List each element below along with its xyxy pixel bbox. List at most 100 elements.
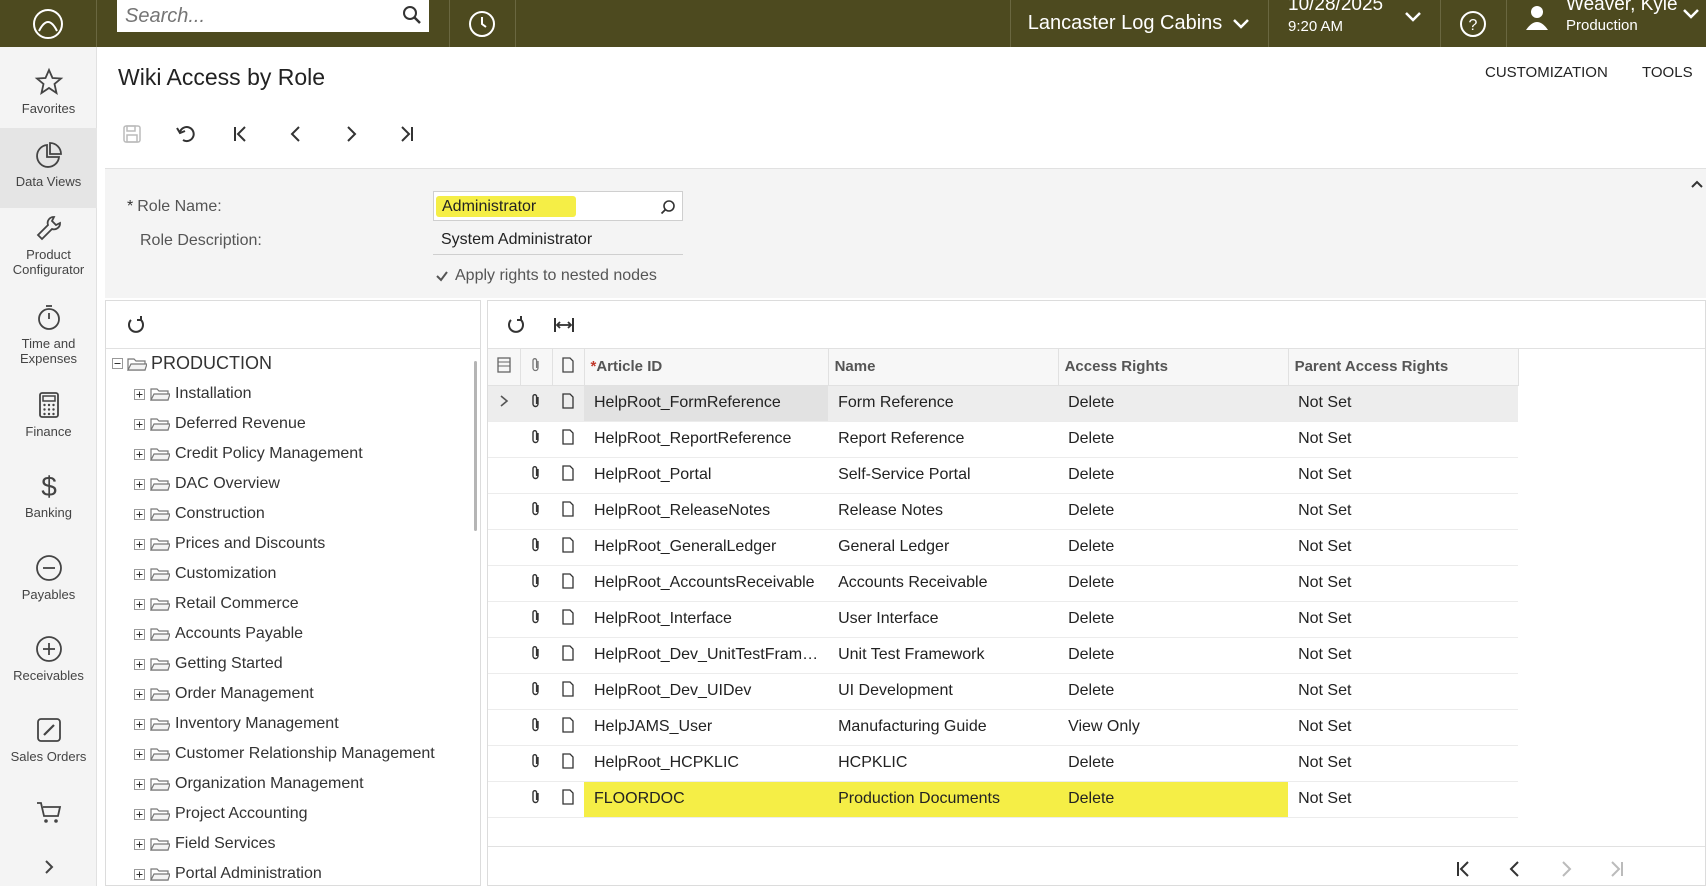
collapse-node-icon[interactable] xyxy=(112,358,123,369)
cell-parent-access-rights[interactable]: Not Set xyxy=(1288,601,1519,638)
cell-article-id[interactable]: HelpRoot_Portal xyxy=(584,457,829,494)
header-parent-access-rights[interactable]: Parent Access Rights xyxy=(1288,349,1519,386)
nav-sales-orders[interactable]: Sales Orders xyxy=(0,703,97,783)
company-selector[interactable]: Lancaster Log Cabins xyxy=(1010,0,1268,47)
expand-node-icon[interactable] xyxy=(134,478,145,490)
role-name-field[interactable]: Administrator xyxy=(433,191,683,221)
row-attachment[interactable] xyxy=(520,601,552,638)
help-button[interactable]: ? xyxy=(1440,0,1506,47)
logo[interactable] xyxy=(0,0,97,47)
tree-node[interactable]: Getting Started xyxy=(134,653,283,675)
expand-node-icon[interactable] xyxy=(134,868,145,880)
cell-article-id[interactable]: HelpRoot_Dev_UnitTestFram… xyxy=(584,637,829,674)
cell-article-id[interactable]: HelpJAMS_User xyxy=(584,709,829,746)
expand-node-icon[interactable] xyxy=(134,688,145,700)
row-note[interactable] xyxy=(552,709,584,746)
cell-parent-access-rights[interactable]: Not Set xyxy=(1288,565,1519,602)
expand-node-icon[interactable] xyxy=(134,508,145,520)
expand-node-icon[interactable] xyxy=(134,658,145,670)
lookup-search-icon[interactable] xyxy=(660,199,676,215)
search-icon[interactable] xyxy=(401,4,423,26)
row-selector[interactable] xyxy=(488,565,520,602)
cell-parent-access-rights[interactable]: Not Set xyxy=(1288,673,1519,710)
row-attachment[interactable] xyxy=(520,457,552,494)
table-row[interactable]: HelpRoot_Dev_UIDev UI Development Delete No… xyxy=(488,673,1519,710)
user-menu[interactable]: Weaver, Kyle Production xyxy=(1506,0,1706,47)
row-attachment[interactable] xyxy=(520,385,552,422)
pager-next-button[interactable] xyxy=(1556,859,1576,885)
row-note[interactable] xyxy=(552,637,584,674)
tree-node[interactable]: Portal Administration xyxy=(134,863,322,885)
cell-name[interactable]: Accounts Receivable xyxy=(828,565,1059,602)
row-selector[interactable] xyxy=(488,457,520,494)
expand-node-icon[interactable] xyxy=(134,628,145,640)
nav-payables[interactable]: Payables xyxy=(0,541,97,621)
cell-access-rights[interactable]: Delete xyxy=(1058,781,1289,818)
row-selector[interactable] xyxy=(488,745,520,782)
nav-product-configurator[interactable]: Product Configurator xyxy=(0,201,97,291)
expand-node-icon[interactable] xyxy=(134,388,145,400)
row-attachment[interactable] xyxy=(520,493,552,530)
last-record-button[interactable] xyxy=(392,120,420,148)
column-settings-header[interactable] xyxy=(488,349,521,386)
cell-parent-access-rights[interactable]: Not Set xyxy=(1288,709,1519,746)
row-note[interactable] xyxy=(552,565,584,602)
row-attachment[interactable] xyxy=(520,565,552,602)
header-name[interactable]: Name xyxy=(828,349,1059,386)
cell-name[interactable]: Form Reference xyxy=(828,385,1059,422)
cell-name[interactable]: Unit Test Framework xyxy=(828,637,1059,674)
cell-access-rights[interactable]: Delete xyxy=(1058,601,1289,638)
row-attachment[interactable] xyxy=(520,421,552,458)
cell-article-id[interactable]: HelpRoot_Dev_UIDev xyxy=(584,673,829,710)
cell-access-rights[interactable]: Delete xyxy=(1058,673,1289,710)
tree-root-node[interactable]: PRODUCTION xyxy=(112,353,272,374)
cell-article-id[interactable]: FLOORDOC xyxy=(584,781,829,818)
tools-menu[interactable]: TOOLS xyxy=(1642,64,1693,81)
table-row[interactable]: HelpJAMS_User Manufacturing Guide View Onl… xyxy=(488,709,1519,746)
cell-access-rights[interactable]: View Only xyxy=(1058,709,1289,746)
cell-access-rights[interactable]: Delete xyxy=(1058,493,1289,530)
tree-node[interactable]: Field Services xyxy=(134,833,275,855)
search-input[interactable] xyxy=(117,0,387,32)
row-note[interactable] xyxy=(552,745,584,782)
cell-access-rights[interactable]: Delete xyxy=(1058,745,1289,782)
expand-node-icon[interactable] xyxy=(134,838,145,850)
tree-node[interactable]: Accounts Payable xyxy=(134,623,303,645)
table-row[interactable]: HelpRoot_Dev_UnitTestFram… Unit Test Fram… xyxy=(488,637,1519,674)
pager-last-button[interactable] xyxy=(1606,859,1626,885)
first-record-button[interactable] xyxy=(227,120,255,148)
cell-name[interactable]: Report Reference xyxy=(828,421,1059,458)
tree-node[interactable]: Deferred Revenue xyxy=(134,413,306,435)
row-selector[interactable] xyxy=(488,601,520,638)
row-attachment[interactable] xyxy=(520,781,552,818)
tree-node[interactable]: Retail Commerce xyxy=(134,593,299,615)
nav-data-views[interactable]: Data Views xyxy=(0,128,97,208)
cell-name[interactable]: User Interface xyxy=(828,601,1059,638)
tree-node[interactable]: Customer Relationship Management xyxy=(134,743,435,765)
row-note[interactable] xyxy=(552,493,584,530)
tree-node[interactable]: Credit Policy Management xyxy=(134,443,363,465)
cell-parent-access-rights[interactable]: Not Set xyxy=(1288,781,1519,818)
pager-first-button[interactable] xyxy=(1454,859,1474,885)
row-note[interactable] xyxy=(552,601,584,638)
collapse-form-icon[interactable] xyxy=(1690,179,1704,189)
nav-time-and-expenses[interactable]: Time and Expenses xyxy=(0,290,97,380)
tree-scrollbar[interactable] xyxy=(474,361,477,531)
cell-parent-access-rights[interactable]: Not Set xyxy=(1288,745,1519,782)
cell-name[interactable]: Release Notes xyxy=(828,493,1059,530)
tree-node[interactable]: Project Accounting xyxy=(134,803,308,825)
cell-name[interactable]: General Ledger xyxy=(828,529,1059,566)
row-selector[interactable] xyxy=(488,709,520,746)
fit-columns-button[interactable] xyxy=(550,311,578,339)
pager-previous-button[interactable] xyxy=(1505,859,1525,885)
cell-name[interactable]: Self-Service Portal xyxy=(828,457,1059,494)
expand-node-icon[interactable] xyxy=(134,568,145,580)
nav-cart[interactable] xyxy=(0,787,97,827)
nav-banking[interactable]: $ Banking xyxy=(0,459,97,539)
table-row[interactable]: HelpRoot_Interface User Interface Delete No… xyxy=(488,601,1519,638)
table-row[interactable]: HelpRoot_Portal Self-Service Portal Delete… xyxy=(488,457,1519,494)
cell-article-id[interactable]: HelpRoot_FormReference xyxy=(584,385,829,422)
cell-parent-access-rights[interactable]: Not Set xyxy=(1288,637,1519,674)
row-selector[interactable] xyxy=(488,529,520,566)
table-row[interactable]: HelpRoot_ReportReference Report Reference… xyxy=(488,421,1519,458)
